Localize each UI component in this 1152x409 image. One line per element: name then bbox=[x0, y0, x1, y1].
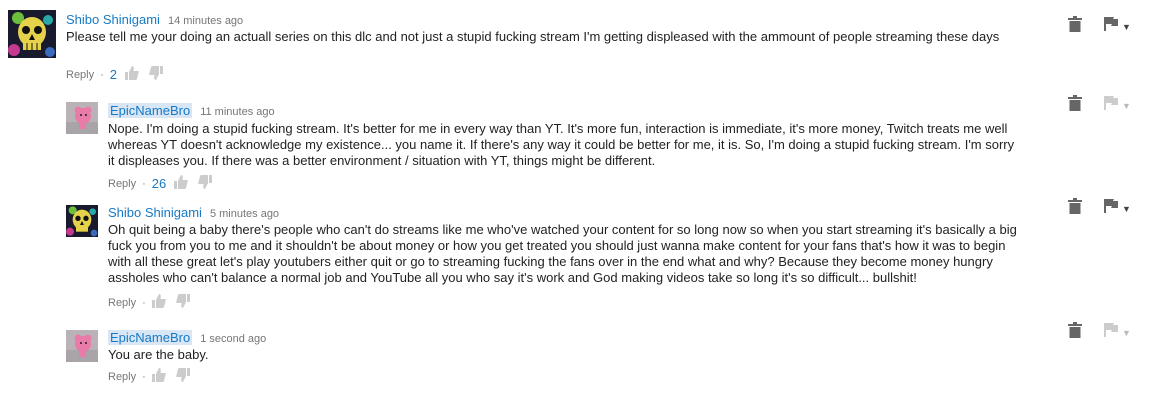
flag-icon[interactable] bbox=[1104, 17, 1118, 36]
like-count: 2 bbox=[109, 67, 118, 82]
comment-text: You are the baby. bbox=[108, 347, 209, 362]
thumbs-up-icon[interactable] bbox=[174, 175, 189, 192]
thumbs-down-icon[interactable] bbox=[175, 294, 190, 311]
author-name[interactable]: Shibo Shinigami bbox=[108, 205, 202, 220]
avatar[interactable] bbox=[66, 330, 98, 362]
reply-button[interactable]: Reply bbox=[108, 178, 136, 190]
thumbs-down-icon[interactable] bbox=[198, 175, 213, 192]
like-count: 26 bbox=[151, 176, 167, 191]
thumbs-down-icon[interactable] bbox=[149, 66, 164, 83]
trash-icon[interactable] bbox=[1068, 16, 1082, 37]
pink-plush-avatar-icon bbox=[66, 330, 98, 362]
timestamp[interactable]: 11 minutes ago bbox=[200, 106, 274, 118]
author-name[interactable]: EpicNameBro bbox=[108, 330, 193, 345]
trash-icon[interactable] bbox=[1068, 95, 1082, 116]
trash-icon[interactable] bbox=[1068, 322, 1082, 343]
reply-button[interactable]: Reply bbox=[108, 297, 136, 309]
reply-button[interactable]: Reply bbox=[108, 371, 136, 383]
avatar[interactable] bbox=[66, 205, 98, 237]
separator: · bbox=[142, 296, 146, 309]
avatar[interactable] bbox=[8, 10, 56, 58]
flag-icon[interactable] bbox=[1104, 323, 1118, 342]
thumbs-up-icon[interactable] bbox=[151, 294, 166, 311]
timestamp[interactable]: 5 minutes ago bbox=[210, 208, 279, 220]
separator: · bbox=[142, 370, 146, 383]
skull-avatar-icon bbox=[8, 10, 56, 58]
separator: · bbox=[100, 68, 104, 81]
separator: · bbox=[142, 177, 146, 190]
reply-button[interactable]: Reply bbox=[66, 69, 94, 81]
menu-caret-icon[interactable]: ▼ bbox=[1122, 22, 1131, 32]
thumbs-up-icon[interactable] bbox=[151, 368, 166, 385]
comment-text: Nope. I'm doing a stupid fucking stream.… bbox=[108, 121, 1015, 168]
menu-caret-icon[interactable]: ▼ bbox=[1122, 328, 1131, 338]
thumbs-up-icon[interactable] bbox=[125, 66, 139, 83]
timestamp[interactable]: 1 second ago bbox=[200, 333, 266, 345]
flag-icon[interactable] bbox=[1104, 199, 1118, 218]
comment-text: Oh quit being a baby there's people who … bbox=[108, 222, 1017, 285]
flag-icon[interactable] bbox=[1104, 96, 1118, 115]
skull-avatar-icon bbox=[66, 205, 98, 237]
author-name[interactable]: Shibo Shinigami bbox=[66, 12, 160, 27]
trash-icon[interactable] bbox=[1068, 198, 1082, 219]
timestamp[interactable]: 14 minutes ago bbox=[168, 15, 243, 27]
pink-plush-avatar-icon bbox=[66, 102, 98, 134]
menu-caret-icon[interactable]: ▼ bbox=[1122, 204, 1131, 214]
author-name[interactable]: EpicNameBro bbox=[108, 103, 193, 118]
menu-caret-icon[interactable]: ▼ bbox=[1122, 101, 1131, 111]
avatar[interactable] bbox=[66, 102, 98, 134]
thumbs-down-icon[interactable] bbox=[175, 368, 190, 385]
comment-text: Please tell me your doing an actuall ser… bbox=[66, 29, 1000, 44]
